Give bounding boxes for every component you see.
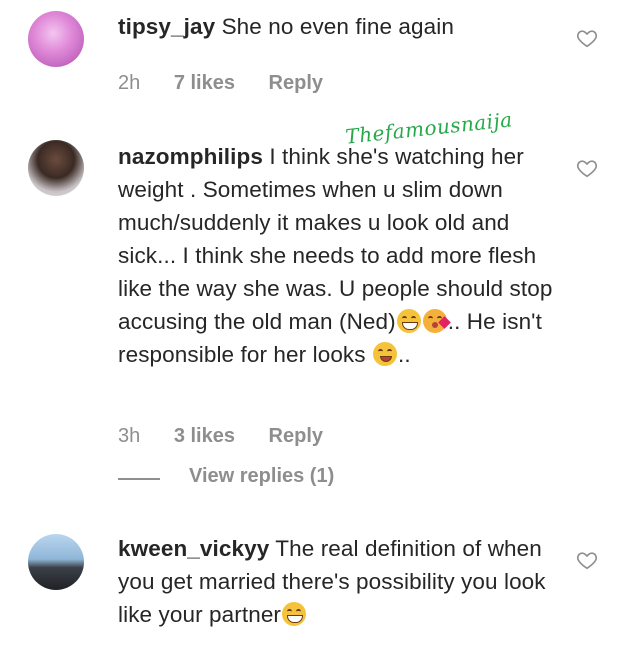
avatar[interactable] [28, 534, 84, 590]
comment-time: 3h [118, 425, 141, 447]
view-replies-divider [118, 478, 160, 480]
reply-button[interactable]: Reply [269, 72, 323, 95]
winking-face-tongue-emoji [373, 342, 397, 366]
comment-time: 2h [118, 72, 141, 94]
comment-body: I think she's watching her weight . Some… [118, 144, 553, 334]
comment-meta: 3h 3 likes Reply [118, 425, 323, 448]
comment-text-block: nazomphilips I think she's watching her … [118, 140, 568, 371]
comment-body: She no even fine again [221, 14, 454, 39]
reply-button[interactable]: Reply [269, 425, 323, 448]
heart-outline-icon[interactable] [576, 549, 598, 571]
comment-username[interactable]: kween_vickyy [118, 536, 269, 561]
avatar[interactable] [28, 140, 84, 196]
comment-likes[interactable]: 7 likes [174, 72, 235, 95]
comment-username[interactable]: tipsy_jay [118, 14, 215, 39]
comment-body-end: .. [398, 342, 411, 367]
comment-meta: 2h 7 likes Reply [118, 72, 323, 95]
comment-username[interactable]: nazomphilips [118, 144, 263, 169]
comment-text-block: tipsy_jay She no even fine again [118, 10, 568, 43]
comment-likes[interactable]: 3 likes [174, 425, 235, 448]
grinning-squinting-face-emoji [282, 602, 307, 626]
heart-outline-icon[interactable] [576, 157, 598, 179]
avatar[interactable] [28, 11, 84, 67]
comment-text-block: kween_vickyy The real definition of when… [118, 532, 568, 631]
grinning-squinting-face-emoji [396, 309, 421, 333]
face-blowing-kiss-emoji [422, 309, 451, 333]
view-replies-button[interactable]: View replies (1) [189, 465, 334, 488]
heart-outline-icon[interactable] [576, 27, 598, 49]
